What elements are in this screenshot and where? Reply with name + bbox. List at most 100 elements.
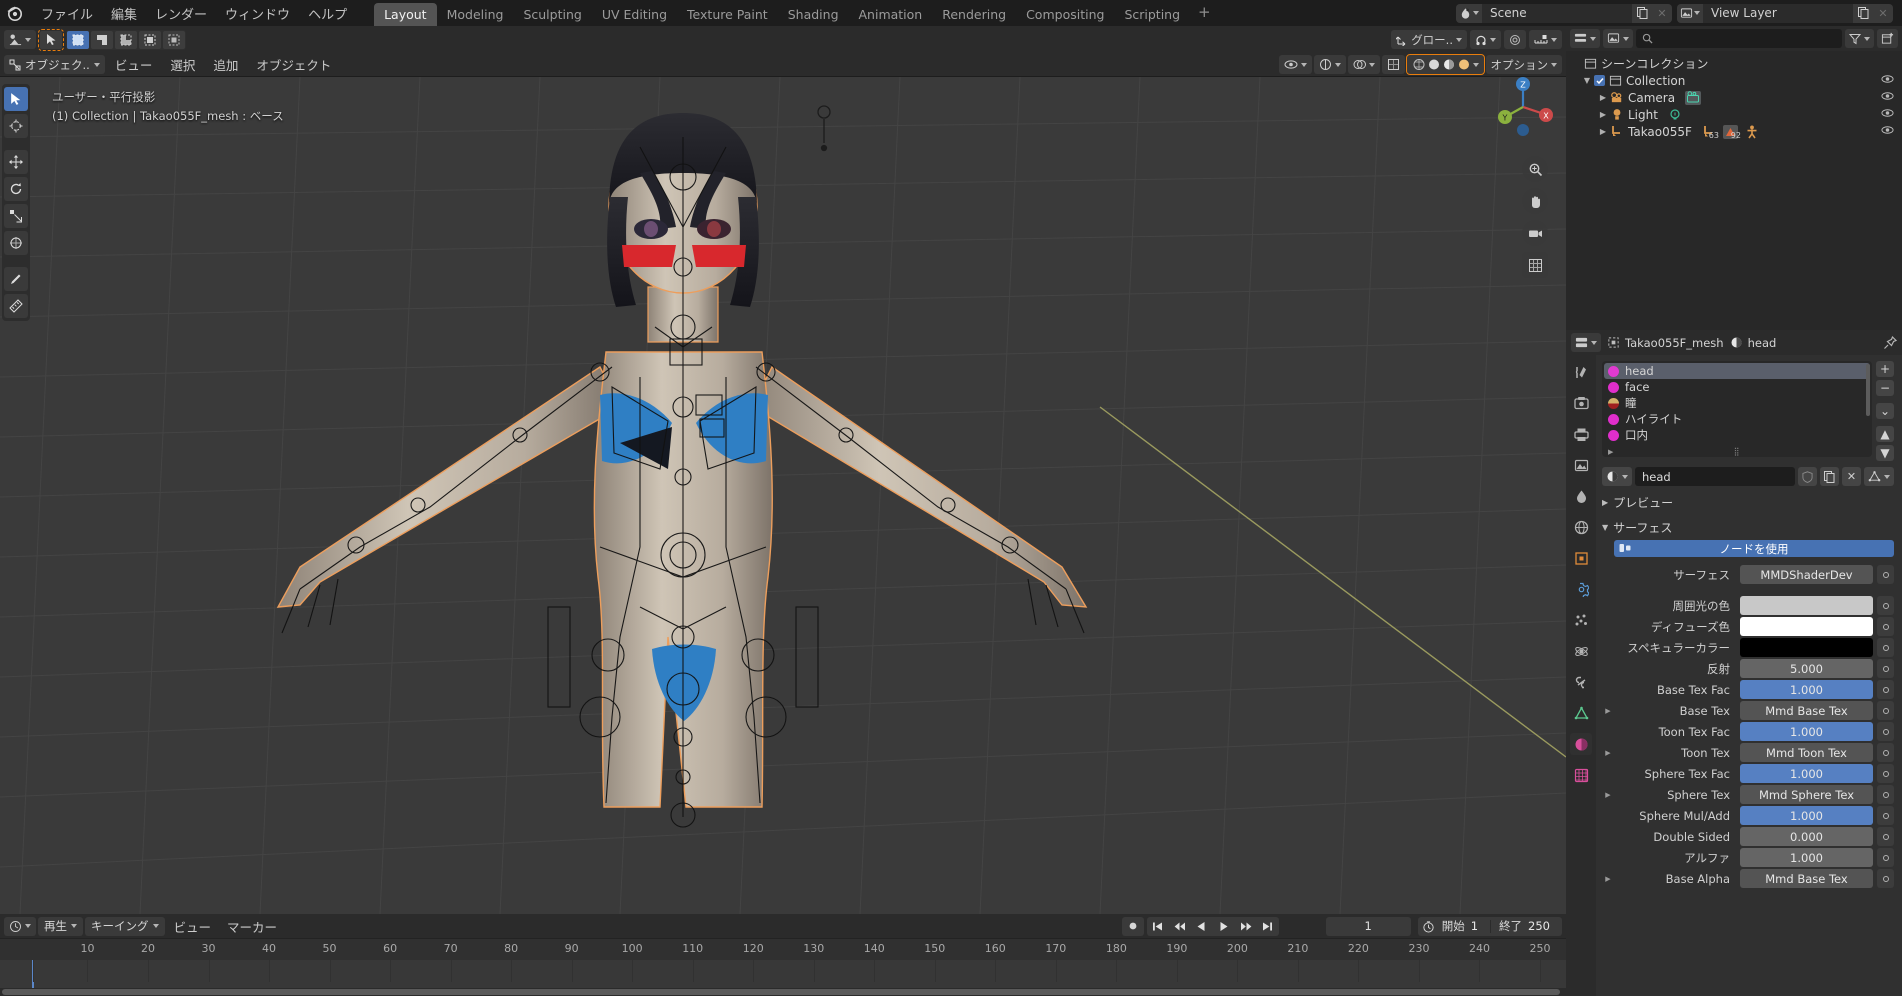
animate-property-icon[interactable] bbox=[1877, 638, 1894, 657]
color-swatch-diffuse[interactable] bbox=[1740, 617, 1873, 636]
properties-editor[interactable]: Takao055F_mesh head bbox=[1566, 330, 1902, 996]
field-value[interactable]: 1.000 bbox=[1740, 806, 1873, 825]
scale-tool-icon[interactable] bbox=[4, 204, 28, 228]
breadcrumb-object-label[interactable]: Takao055F_mesh bbox=[1625, 336, 1724, 350]
menu-file[interactable]: ファイル bbox=[32, 1, 102, 26]
material-slot-face[interactable]: face bbox=[1604, 379, 1870, 395]
animate-property-icon[interactable] bbox=[1877, 764, 1894, 783]
animate-property-icon[interactable] bbox=[1877, 848, 1894, 867]
animate-property-icon[interactable] bbox=[1877, 596, 1894, 615]
field-value[interactable]: 5.000 bbox=[1740, 659, 1873, 678]
mode-dropdown[interactable]: オブジェク.. bbox=[4, 55, 105, 74]
mesh-data-icon[interactable]: 92 bbox=[1723, 125, 1738, 139]
timeline-ruler[interactable]: 1020304050607080901001101201301401501601… bbox=[0, 938, 1566, 960]
menu-window[interactable]: ウィンドウ bbox=[216, 1, 299, 26]
tab-sculpting[interactable]: Sculpting bbox=[513, 3, 591, 27]
viewport-menu-view[interactable]: ビュー bbox=[107, 53, 161, 76]
outliner-item-takao055f[interactable]: ▶ Takao055F 63 92 bbox=[1566, 123, 1902, 140]
field-value[interactable]: Mmd Base Tex bbox=[1740, 869, 1873, 888]
material-slot-highlight[interactable]: ハイライト bbox=[1604, 411, 1870, 427]
properties-editor-icon[interactable] bbox=[1571, 333, 1601, 352]
animate-property-icon[interactable] bbox=[1877, 680, 1894, 699]
ortho-toggle-icon[interactable] bbox=[1522, 252, 1548, 278]
viewport-3d[interactable]: グロー.. オブジェク.. ビュー 選択 追加 オブジェクト bbox=[0, 26, 1566, 914]
add-workspace-button[interactable]: + bbox=[1190, 2, 1219, 24]
visibility-eye-icon[interactable] bbox=[1881, 108, 1894, 118]
armature-data-icon[interactable]: 63 bbox=[1702, 125, 1717, 139]
play-icon[interactable] bbox=[1213, 917, 1235, 936]
field-value[interactable]: Mmd Toon Tex bbox=[1740, 743, 1873, 762]
outliner-filter-view-layer-icon[interactable] bbox=[1603, 29, 1633, 48]
tab-layout[interactable]: Layout bbox=[374, 3, 437, 27]
scene-datablock[interactable]: Scene ✕ bbox=[1456, 4, 1672, 23]
select-difference-icon[interactable] bbox=[163, 31, 185, 49]
animate-property-icon[interactable] bbox=[1877, 806, 1894, 825]
move-up-icon[interactable]: ▲ bbox=[1876, 426, 1894, 442]
pose-icon[interactable] bbox=[1745, 125, 1759, 139]
material-slot-scrollbar[interactable] bbox=[1866, 364, 1870, 416]
particle-tab[interactable] bbox=[1570, 609, 1592, 631]
transform-orientation-dropdown[interactable]: グロー.. bbox=[1391, 30, 1467, 49]
transform-tool-icon[interactable] bbox=[4, 231, 28, 255]
tab-uv-editing[interactable]: UV Editing bbox=[592, 3, 677, 27]
field-value[interactable]: 1.000 bbox=[1740, 848, 1873, 867]
menu-help[interactable]: ヘルプ bbox=[299, 1, 356, 26]
overlays-toggle[interactable] bbox=[1348, 55, 1380, 74]
outliner-root-scene-collection[interactable]: シーンコレクション bbox=[1566, 55, 1902, 72]
editor-type-icon[interactable] bbox=[4, 30, 36, 49]
navigation-gizmo[interactable]: Z X Y bbox=[1490, 74, 1556, 140]
material-browse-icon[interactable] bbox=[1602, 467, 1632, 486]
viewport-menu-object[interactable]: オブジェクト bbox=[248, 53, 339, 76]
expand-triangle-icon[interactable]: ▶ bbox=[1596, 93, 1610, 102]
camera-view-icon[interactable] bbox=[1522, 220, 1548, 246]
unlink-material-icon[interactable]: ✕ bbox=[1842, 467, 1861, 486]
object-tab[interactable] bbox=[1570, 547, 1592, 569]
field-value[interactable]: MMDShaderDev bbox=[1740, 565, 1873, 584]
tab-rendering[interactable]: Rendering bbox=[932, 3, 1016, 27]
material-slot-list[interactable]: head face 瞳 ハイライト bbox=[1602, 361, 1872, 457]
outliner-search-input[interactable] bbox=[1636, 29, 1842, 48]
expand-triangle-icon[interactable]: ▶ bbox=[1602, 875, 1614, 883]
expand-triangle-icon[interactable]: ▶ bbox=[1596, 110, 1610, 119]
annotate-tool-icon[interactable] bbox=[4, 267, 28, 291]
move-down-icon[interactable]: ▼ bbox=[1876, 445, 1894, 461]
proportional-edit-icon[interactable] bbox=[1504, 30, 1526, 49]
tweak-tool-icon[interactable] bbox=[4, 87, 28, 111]
animate-property-icon[interactable] bbox=[1877, 827, 1894, 846]
blender-logo-icon[interactable] bbox=[4, 2, 26, 24]
viewport-options-dropdown[interactable]: オプション bbox=[1486, 55, 1563, 74]
keying-dropdown[interactable]: キーイング bbox=[85, 917, 165, 936]
animate-property-icon[interactable] bbox=[1877, 617, 1894, 636]
shading-mode-group[interactable] bbox=[1407, 55, 1484, 74]
color-swatch-ambient[interactable] bbox=[1740, 596, 1873, 615]
xray-toggle[interactable] bbox=[1382, 55, 1405, 74]
tab-compositing[interactable]: Compositing bbox=[1016, 3, 1114, 27]
viewport-menu-select[interactable]: 選択 bbox=[162, 53, 203, 76]
timeline-menu-marker[interactable]: マーカー bbox=[220, 915, 284, 938]
expand-triangle-icon[interactable]: ▶ bbox=[1602, 791, 1614, 799]
tab-shading[interactable]: Shading bbox=[778, 3, 849, 27]
record-icon[interactable] bbox=[1122, 917, 1144, 936]
view-layer-datablock[interactable]: View Layer ✕ bbox=[1677, 4, 1893, 23]
field-value[interactable]: 1.000 bbox=[1740, 680, 1873, 699]
snap-dropdown[interactable] bbox=[1470, 30, 1501, 49]
new-view-layer-button[interactable] bbox=[1853, 4, 1873, 23]
expand-triangle-icon[interactable]: ▼ bbox=[1580, 76, 1594, 85]
panel-surface[interactable]: ▼ サーフェス bbox=[1602, 518, 1896, 536]
remove-slot-icon[interactable]: − bbox=[1876, 380, 1894, 396]
timeline-icon[interactable] bbox=[4, 917, 36, 936]
field-value[interactable]: 0.000 bbox=[1740, 827, 1873, 846]
start-frame-value[interactable]: 1 bbox=[1471, 919, 1490, 933]
color-swatch-specular[interactable] bbox=[1740, 638, 1873, 657]
select-intersect-icon[interactable] bbox=[139, 31, 161, 49]
outliner-display-icon[interactable] bbox=[1570, 29, 1600, 48]
new-collection-icon[interactable] bbox=[1877, 29, 1898, 48]
menu-render[interactable]: レンダー bbox=[146, 1, 216, 26]
pan-hand-icon[interactable] bbox=[1522, 188, 1548, 214]
animate-property-icon[interactable] bbox=[1877, 565, 1894, 584]
scene-name[interactable]: Scene bbox=[1482, 4, 1632, 23]
constraint-tab[interactable] bbox=[1570, 671, 1592, 693]
measure-tool-icon[interactable] bbox=[4, 294, 28, 318]
end-frame-value[interactable]: 250 bbox=[1528, 919, 1562, 933]
view-layer-tab[interactable] bbox=[1570, 454, 1592, 476]
